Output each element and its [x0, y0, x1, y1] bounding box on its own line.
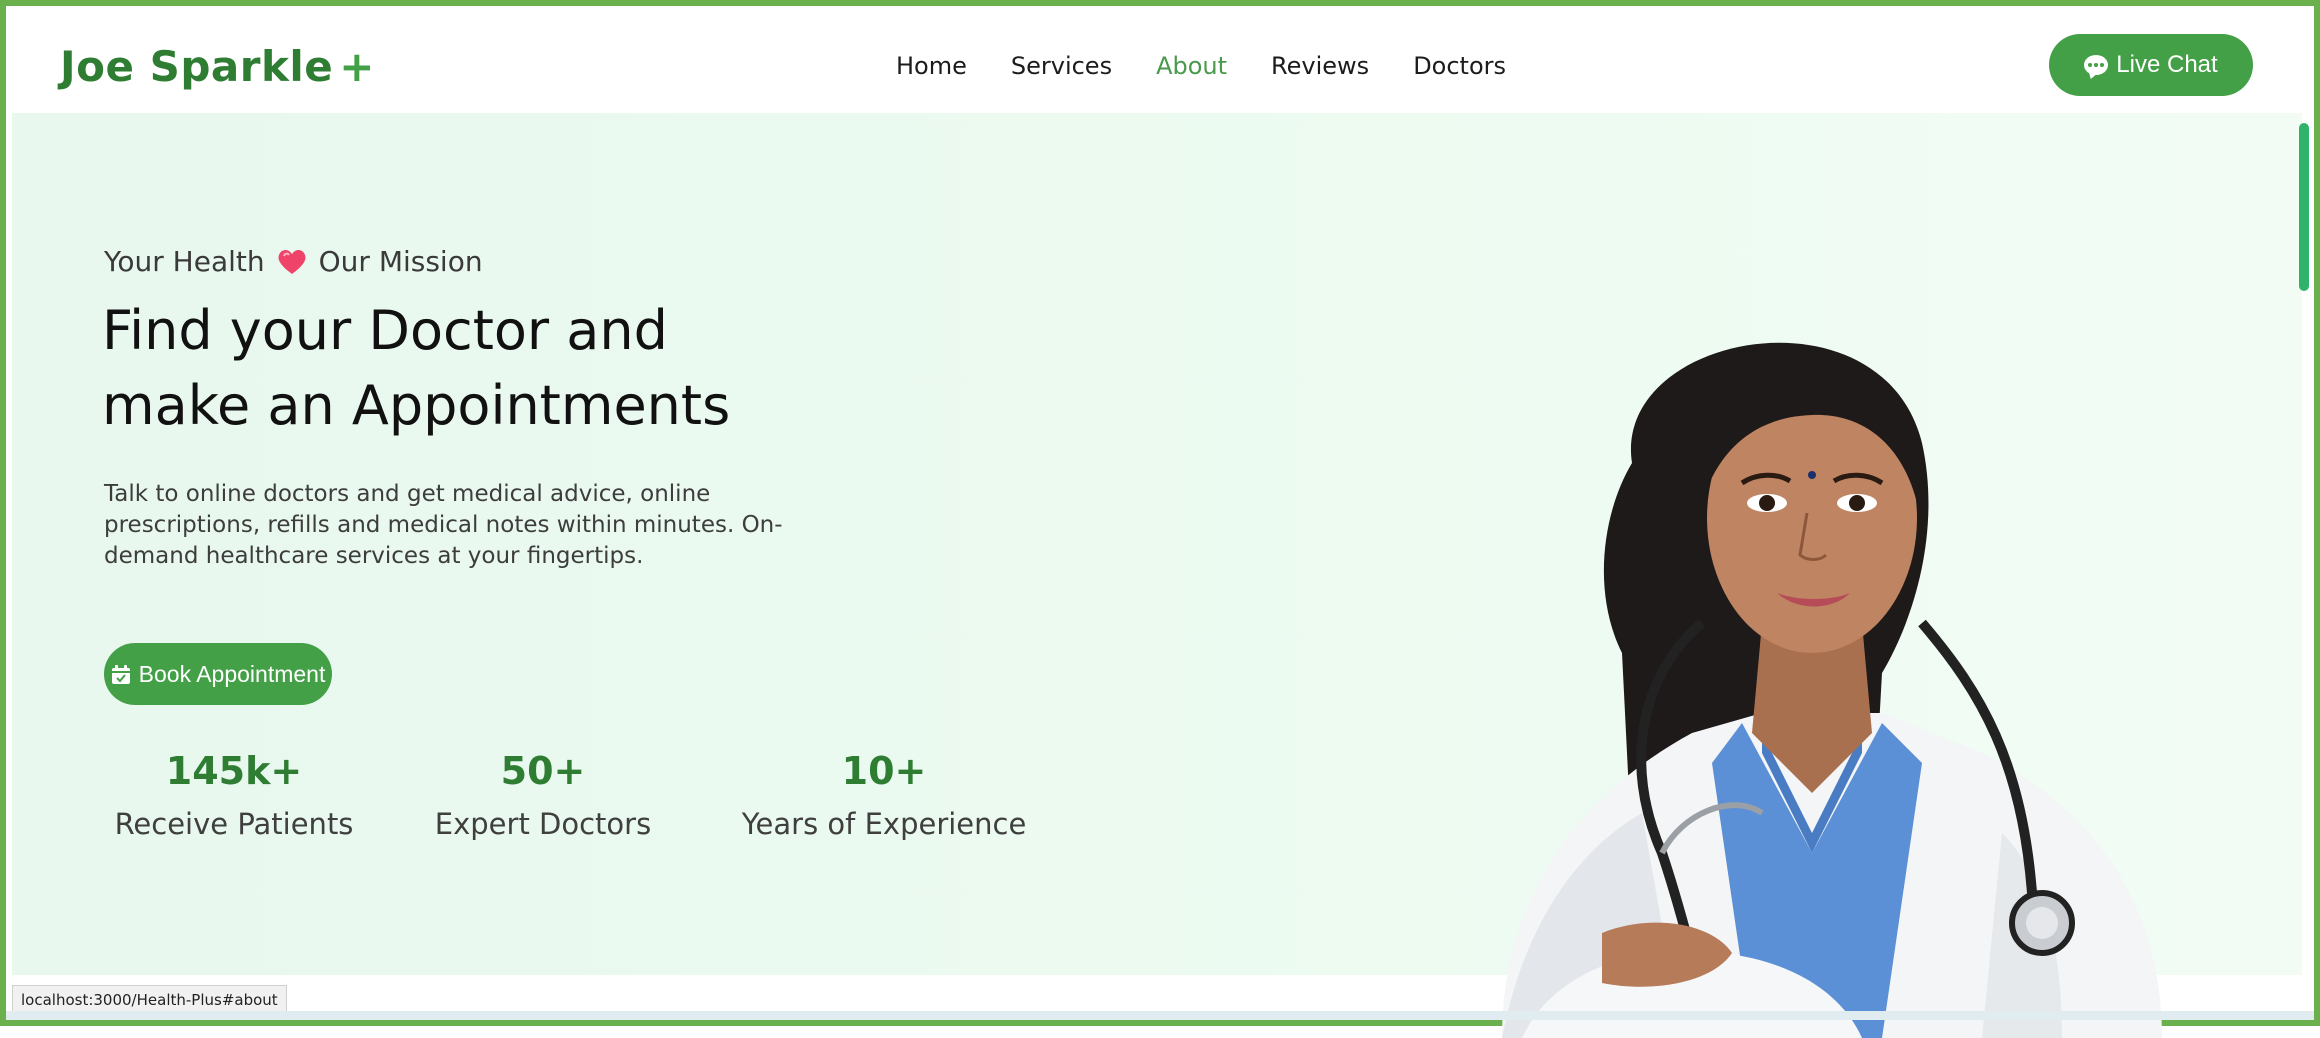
book-appointment-button[interactable]: Book Appointment	[104, 643, 332, 705]
hero-headline: Find your Doctor and make an Appointment…	[102, 293, 902, 443]
stat-value: 50+	[500, 749, 586, 793]
stat-label: Expert Doctors	[434, 807, 652, 841]
brand-logo[interactable]: Joe Sparkle +	[60, 42, 375, 91]
stat-doctors: 50+ Expert Doctors	[428, 749, 658, 841]
nav-link-home[interactable]: Home	[896, 52, 967, 80]
stat-label: Years of Experience	[741, 807, 1027, 841]
brand-name: Joe Sparkle	[60, 42, 334, 91]
nav-link-reviews[interactable]: Reviews	[1271, 52, 1369, 80]
bottom-strip	[6, 1011, 2314, 1020]
hero-section: Your Health Our Mission Find your Doctor…	[12, 113, 2309, 1038]
stat-value: 10+	[841, 749, 927, 793]
doctor-portrait-image	[1502, 342, 2162, 1038]
tagline-right: Our Mission	[318, 245, 483, 278]
headline-line-1: Find your Doctor and	[102, 299, 668, 362]
headline-line-2: make an Appointments	[102, 374, 731, 437]
calendar-check-icon	[111, 664, 131, 684]
stat-patients: 145k+ Receive Patients	[104, 749, 364, 841]
stat-label: Receive Patients	[114, 807, 354, 841]
stat-value: 145k+	[165, 749, 303, 793]
stat-experience: 10+ Years of Experience	[724, 749, 1044, 841]
brand-plus: +	[339, 42, 375, 91]
heart-icon	[277, 248, 307, 276]
browser-frame: Joe Sparkle + Home Services About Reviews…	[0, 0, 2320, 1038]
chat-bubble-icon	[2084, 55, 2109, 75]
top-navbar: Joe Sparkle + Home Services About Reviews…	[12, 12, 2302, 113]
live-chat-button[interactable]: Live Chat	[2049, 34, 2253, 96]
main-nav: Home Services About Reviews Doctors	[896, 52, 1550, 80]
live-chat-label: Live Chat	[2116, 51, 2218, 78]
nav-link-services[interactable]: Services	[1011, 52, 1112, 80]
status-url: localhost:3000/Health-Plus#about	[21, 991, 278, 1009]
hero-description: Talk to online doctors and get medical a…	[104, 481, 783, 569]
page-scrollbar[interactable]	[2299, 123, 2309, 291]
nav-link-about[interactable]: About	[1156, 52, 1227, 80]
tagline-left: Your Health	[104, 245, 265, 278]
book-appointment-label: Book Appointment	[138, 660, 326, 687]
nav-link-doctors[interactable]: Doctors	[1413, 52, 1506, 80]
hero-tagline: Your Health Our Mission	[104, 245, 483, 278]
